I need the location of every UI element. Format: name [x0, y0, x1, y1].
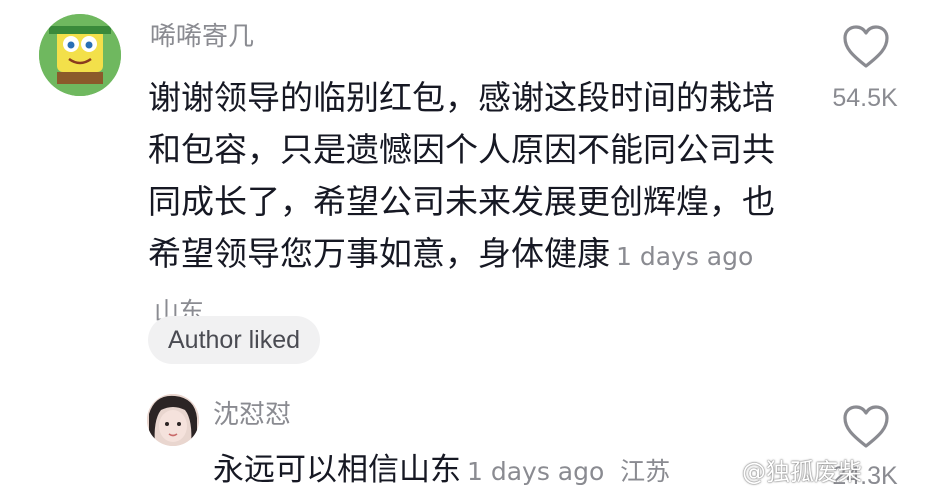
- comment-time: 1 days ago: [616, 242, 754, 271]
- heart-icon[interactable]: [842, 404, 890, 450]
- girl-avatar-icon: [147, 394, 199, 446]
- author-liked-badge: Author liked: [148, 316, 321, 364]
- reply-time: 1 days ago: [467, 457, 605, 486]
- comment-like-count: 54.5K: [832, 84, 898, 112]
- reply-location: 江苏: [620, 457, 671, 486]
- replier-username[interactable]: 沈怼怼: [213, 394, 291, 431]
- spongebob-avatar-icon: [39, 14, 121, 96]
- reply-body: 永远可以相信山东: [213, 452, 461, 488]
- commenter-avatar[interactable]: [39, 14, 121, 96]
- replier-avatar[interactable]: [147, 394, 199, 446]
- commenter-username[interactable]: 唏唏寄几: [150, 16, 254, 53]
- watermark: @独孤废柴: [742, 458, 862, 486]
- heart-icon[interactable]: [842, 24, 890, 70]
- reply-text: 永远可以相信山东 1 days ago 江苏: [213, 448, 733, 494]
- comment-text: 谢谢领导的临别红包，感谢这段时间的栽培和包容，只是遗憾因个人原因不能同公司共同成…: [148, 72, 778, 338]
